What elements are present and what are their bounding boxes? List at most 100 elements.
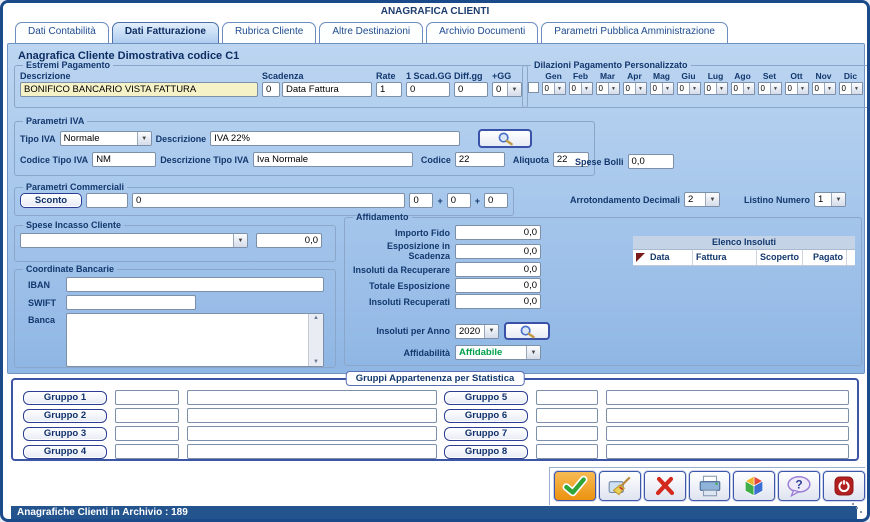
dilazione-dic-combo[interactable]: 0 ▼ <box>838 82 863 95</box>
tipo-iva-combo[interactable]: Normale ▼ <box>59 131 152 146</box>
gruppo-1-button[interactable]: Gruppo 1 <box>23 390 107 405</box>
column-data[interactable]: Data <box>647 250 693 265</box>
sconto-campo2-field[interactable]: 0 <box>132 193 406 208</box>
iva-descrizione-field[interactable]: IVA 22% <box>210 131 461 146</box>
esposizione-scadenza-field[interactable]: 0,0 <box>455 243 541 259</box>
cerca-insoluti-button[interactable] <box>504 322 550 340</box>
clear-button[interactable] <box>598 471 641 501</box>
chevron-down-icon[interactable]: ▼ <box>136 132 151 145</box>
gruppo-5-codice-field[interactable] <box>536 390 598 405</box>
chevron-down-icon[interactable]: ▼ <box>233 234 247 247</box>
sconto-button[interactable]: Sconto <box>20 193 82 208</box>
scad1-field[interactable]: 0 <box>406 82 450 97</box>
gruppo-6-descrizione-field[interactable] <box>606 408 849 423</box>
totale-esposizione-field[interactable]: 0,0 <box>455 278 541 293</box>
gruppo-5-button[interactable]: Gruppo 5 <box>444 390 528 405</box>
listino-combo[interactable]: 1 ▼ <box>814 192 846 207</box>
gruppo-1-descrizione-field[interactable] <box>187 390 437 405</box>
sconto-campo4-field[interactable]: 0 <box>446 193 471 208</box>
scroll-down-icon[interactable]: ▼ <box>313 359 319 365</box>
gruppo-1-codice-field[interactable] <box>115 390 179 405</box>
dilazione-apr-combo[interactable]: 0 ▼ <box>622 82 647 95</box>
dilazione-mar-combo[interactable]: 0 ▼ <box>595 82 620 95</box>
chevron-down-icon[interactable]: ▼ <box>526 346 540 359</box>
scroll-up-icon[interactable]: ▲ <box>313 315 319 321</box>
gruppo-5-descrizione-field[interactable] <box>606 390 849 405</box>
gruppo-2-codice-field[interactable] <box>115 408 179 423</box>
codice-tipo-iva-field[interactable]: NM <box>92 152 157 167</box>
confirm-button[interactable] <box>554 471 596 501</box>
scadenza-gg-field[interactable]: 0 <box>262 82 280 97</box>
utilities-button[interactable] <box>733 471 776 501</box>
column-pagato[interactable]: Pagato <box>803 250 847 265</box>
dilazione-nov-combo[interactable]: 0 ▼ <box>811 82 836 95</box>
exit-button[interactable] <box>823 471 866 501</box>
descrizione-pagamento-field[interactable]: BONIFICO BANCARIO VISTA FATTURA <box>20 82 258 97</box>
rate-field[interactable]: 1 <box>376 82 402 97</box>
insoluti-anno-combo[interactable]: 2020 ▼ <box>455 323 499 339</box>
dilazione-lug-combo[interactable]: 0 ▼ <box>703 82 728 95</box>
arrotondamento-combo[interactable]: 2 ▼ <box>683 192 720 207</box>
gruppo-6-codice-field[interactable] <box>536 408 598 423</box>
spese-incasso-importo-field[interactable]: 0,0 <box>256 233 322 248</box>
scadenza-tipo-field[interactable]: Data Fattura <box>282 82 372 97</box>
dilazione-mag-combo[interactable]: 0 ▼ <box>649 82 674 95</box>
spese-incasso-combo[interactable]: ▼ <box>20 233 248 248</box>
gruppo-8-descrizione-field[interactable] <box>606 444 849 459</box>
chevron-down-icon[interactable]: ▼ <box>831 193 845 206</box>
insoluti-recuperati-field[interactable]: 0,0 <box>455 294 541 309</box>
diffgg-field[interactable]: 0 <box>454 82 488 97</box>
tab-archivio-documenti[interactable]: Archivio Documenti <box>426 22 539 43</box>
piugg-combo[interactable]: 0 ▼ <box>492 82 522 97</box>
gruppo-4-codice-field[interactable] <box>115 444 179 459</box>
gruppo-7-descrizione-field[interactable] <box>606 426 849 441</box>
dilazione-gen-combo[interactable]: 0 ▼ <box>541 82 566 95</box>
dilazione-giu-combo[interactable]: 0 ▼ <box>676 82 701 95</box>
swift-field[interactable] <box>66 295 196 310</box>
spese-bolli-field[interactable]: 0,0 <box>627 154 674 169</box>
column-fattura[interactable]: Fattura <box>693 250 757 265</box>
gruppo-3-button[interactable]: Gruppo 3 <box>23 426 107 441</box>
insoluti-recuperare-field[interactable]: 0,0 <box>455 262 541 277</box>
dilazione-feb-combo[interactable]: 0 ▼ <box>568 82 593 95</box>
gruppo-3-codice-field[interactable] <box>115 426 179 441</box>
tab-dati-fatturazione[interactable]: Dati Fatturazione <box>111 22 219 43</box>
banca-scrollbar[interactable]: ▲ ▼ <box>308 314 323 366</box>
gruppo-2-button[interactable]: Gruppo 2 <box>23 408 107 423</box>
gruppo-8-button[interactable]: Gruppo 8 <box>444 444 528 459</box>
dilazione-set-combo[interactable]: 0 ▼ <box>757 82 782 95</box>
iban-field[interactable] <box>66 277 324 292</box>
descrizione-tipo-iva-field[interactable]: Iva Normale <box>252 152 413 167</box>
chevron-down-icon[interactable]: ▼ <box>507 83 521 96</box>
gruppo-4-descrizione-field[interactable] <box>187 444 437 459</box>
gruppo-8-codice-field[interactable] <box>536 444 598 459</box>
column-scoperto[interactable]: Scoperto <box>757 250 803 265</box>
sconto-campo1-field[interactable] <box>86 193 128 208</box>
delete-button[interactable] <box>643 471 686 501</box>
gruppo-2-descrizione-field[interactable] <box>187 408 437 423</box>
gruppo-4-button[interactable]: Gruppo 4 <box>23 444 107 459</box>
dilazioni-checkbox[interactable] <box>528 82 539 93</box>
sconto-campo5-field[interactable]: 0 <box>484 193 508 208</box>
elenco-body[interactable] <box>633 266 855 364</box>
tab-rubrica-cliente[interactable]: Rubrica Cliente <box>221 22 317 43</box>
sconto-campo3-field[interactable]: 0 <box>409 193 434 208</box>
banca-textarea[interactable]: ▲ ▼ <box>66 313 324 367</box>
chevron-down-icon[interactable]: ▼ <box>704 193 719 206</box>
affidabilita-combo[interactable]: Affidabile ▼ <box>455 345 541 360</box>
codice-iva-field[interactable]: 22 <box>454 152 505 167</box>
tab-dati-contabilita[interactable]: Dati Contabilità <box>15 22 109 43</box>
gruppo-3-descrizione-field[interactable] <box>187 426 437 441</box>
help-button[interactable]: ? <box>778 471 821 501</box>
chevron-down-icon[interactable]: ▼ <box>484 324 498 338</box>
importo-fido-field[interactable]: 0,0 <box>455 225 541 240</box>
gruppo-6-button[interactable]: Gruppo 6 <box>444 408 528 423</box>
resize-grip[interactable] <box>860 511 862 513</box>
cerca-iva-button[interactable] <box>478 129 533 148</box>
print-button[interactable] <box>688 471 731 501</box>
dilazione-ott-combo[interactable]: 0 ▼ <box>784 82 809 95</box>
dilazione-ago-combo[interactable]: 0 ▼ <box>730 82 755 95</box>
gruppo-7-button[interactable]: Gruppo 7 <box>444 426 528 441</box>
gruppo-7-codice-field[interactable] <box>536 426 598 441</box>
tab-altre-destinazioni[interactable]: Altre Destinazioni <box>319 22 424 43</box>
